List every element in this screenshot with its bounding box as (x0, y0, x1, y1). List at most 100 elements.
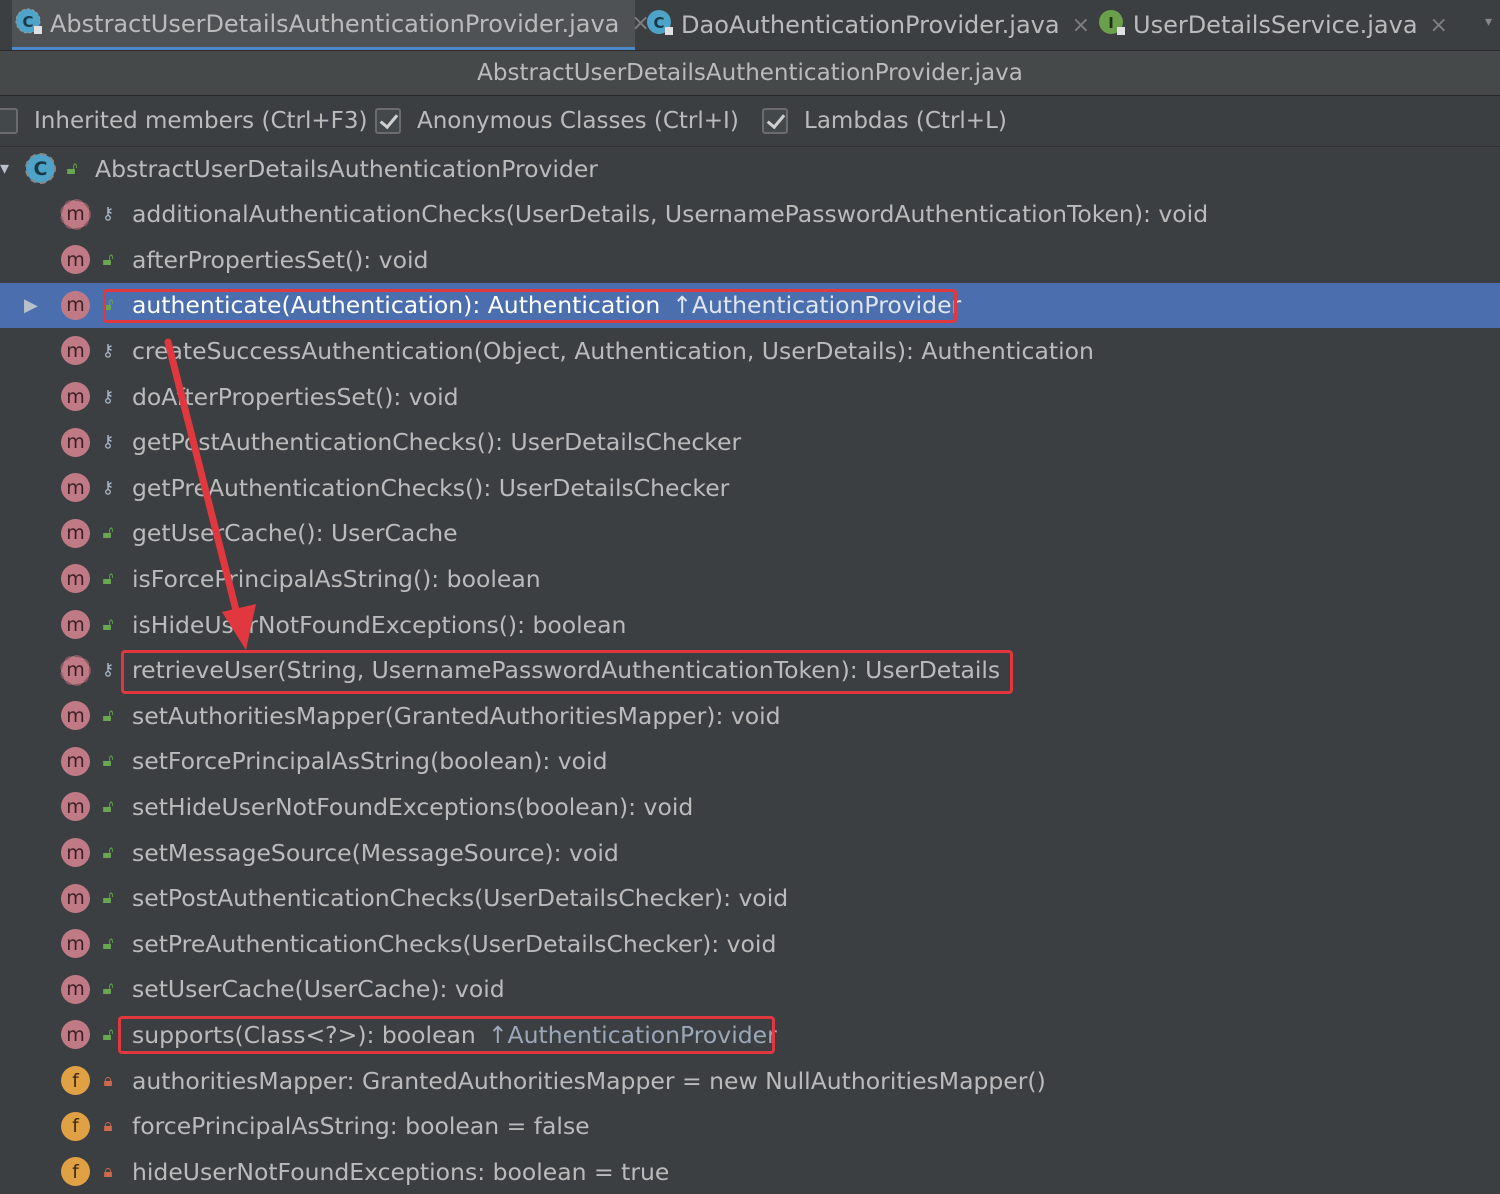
checkbox-label: Anonymous Classes (Ctrl+I) (417, 108, 739, 134)
tree-method-row[interactable]: ▶ m 🔓︎ authenticate(Authentication): Authen… (0, 282, 1500, 328)
method-signature: doAfterPropertiesSet(): void (132, 383, 459, 411)
signature-text: additionalAuthenticationChecks(UserDetai… (132, 200, 1209, 229)
tree-method-row[interactable]: m ⚷ additionalAuthenticationChecks(UserDet… (0, 192, 1500, 237)
signature-text: authenticate(Authentication): Authentica… (132, 291, 661, 320)
private-icon: 🔒︎ (103, 1161, 113, 1182)
collapse-arrow-icon[interactable]: ▾ (0, 158, 9, 179)
signature-text: isForcePrincipalAsString(): boolean (132, 564, 541, 593)
public-icon: 🔓︎ (102, 888, 114, 909)
structure-options-bar: Inherited members (Ctrl+F3) Anonymous Cl… (0, 96, 1500, 147)
field-icon: f (61, 1066, 90, 1095)
tree-root-class[interactable]: ▾ C 🔓︎ AbstractUserDetailsAuthentication… (0, 146, 1500, 191)
lambdas-checkbox[interactable]: Lambdas (Ctrl+L) (762, 96, 1007, 146)
tab-dao-authentication-provider[interactable]: C DaoAuthenticationProvider.java × (645, 0, 1090, 50)
checkbox-checked[interactable] (762, 108, 788, 134)
method-icon: m (61, 518, 90, 548)
anonymous-classes-checkbox[interactable]: Anonymous Classes (Ctrl+I) (375, 96, 739, 146)
public-icon: 🔓︎ (102, 979, 114, 1000)
checkbox-unchecked[interactable] (0, 108, 18, 134)
tree-method-row[interactable]: m ⚷ getPostAuthenticationChecks(): UserDet… (0, 420, 1500, 465)
editor-tab-bar: C AbstractUserDetailsAuthenticationProvi… (0, 0, 1500, 51)
tree-method-row[interactable]: m 🔓︎ setMessageSource(MessageSource): void (0, 830, 1500, 875)
method-icon: m (61, 883, 90, 913)
method-signature: authenticate(Authentication): Authentica… (132, 291, 961, 319)
method-signature: setAuthoritiesMapper(GrantedAuthoritiesM… (132, 702, 781, 730)
checkbox-checked[interactable] (375, 108, 401, 134)
method-signature: afterPropertiesSet(): void (132, 246, 428, 274)
tree-method-row[interactable]: m 🔓︎ isHideUserNotFoundExceptions(): boole… (0, 602, 1500, 647)
field-signature: authoritiesMapper: GrantedAuthoritiesMap… (132, 1067, 1046, 1095)
close-icon[interactable]: × (1430, 13, 1448, 38)
method-icon: m (61, 610, 90, 639)
method-signature: getPostAuthenticationChecks(): UserDetai… (132, 428, 741, 456)
method-icon: m (61, 290, 90, 320)
tree-field-row[interactable]: f 🔒︎ hideUserNotFoundExceptions: boolean =… (0, 1149, 1500, 1194)
method-signature: setMessageSource(MessageSource): void (132, 839, 619, 867)
tree-method-row[interactable]: m ⚷ retrieveUser(String, UsernamePasswordA… (0, 648, 1500, 693)
inherited-from-label: ↑AuthenticationProvider (487, 1020, 777, 1049)
tree-method-row[interactable]: m 🔓︎ setPostAuthenticationChecks(UserDetai… (0, 876, 1500, 921)
tab-user-details-service[interactable]: I UserDetailsService.java × (1097, 0, 1448, 50)
signature-text: doAfterPropertiesSet(): void (132, 382, 459, 411)
tree-field-row[interactable]: f 🔒︎ authoritiesMapper: GrantedAuthorities… (0, 1058, 1500, 1103)
signature-text: setForcePrincipalAsString(boolean): void (132, 747, 608, 776)
class-name: AbstractUserDetailsAuthenticationProvide… (95, 154, 598, 183)
tree-method-row[interactable]: m ⚷ getPreAuthenticationChecks(): UserDeta… (0, 465, 1500, 510)
public-icon: 🔓︎ (102, 249, 114, 270)
field-signature: forcePrincipalAsString: boolean = false (132, 1112, 590, 1140)
tree-method-row[interactable]: m 🔓︎ getUserCache(): UserCache (0, 511, 1500, 556)
tree-method-row[interactable]: m 🔓︎ isForcePrincipalAsString(): boolean (0, 556, 1500, 601)
inherited-from-label: ↑AuthenticationProvider (672, 291, 962, 320)
abstract-method-icon: m (60, 198, 91, 230)
public-icon: 🔓︎ (102, 751, 114, 772)
method-signature: isForcePrincipalAsString(): boolean (132, 565, 541, 593)
method-icon: m (61, 746, 90, 776)
public-icon: 🔓︎ (102, 1024, 114, 1045)
protected-icon: ⚷ (101, 204, 115, 225)
protected-icon: ⚷ (101, 432, 115, 453)
tree-method-row[interactable]: m 🔓︎ setForcePrincipalAsString(boolean): v… (0, 739, 1500, 784)
tree-method-row[interactable]: m 🔓︎ supports(Class<?>): boolean ↑Authentic… (0, 1012, 1500, 1057)
method-icon: m (61, 974, 90, 1004)
signature-text: setUserCache(UserCache): void (132, 975, 505, 1004)
public-icon: 🔓︎ (66, 158, 78, 179)
class-icon: C (645, 7, 675, 43)
public-icon: 🔓︎ (102, 842, 114, 863)
method-signature: setHideUserNotFoundExceptions(boolean): … (132, 793, 693, 821)
signature-text: setMessageSource(MessageSource): void (132, 838, 619, 867)
tree-method-row[interactable]: m ⚷ doAfterPropertiesSet(): void (0, 374, 1500, 419)
method-icon: m (61, 564, 90, 594)
method-signature: supports(Class<?>): boolean ↑Authenticati… (132, 1021, 777, 1049)
close-icon[interactable]: × (1072, 13, 1090, 38)
method-signature: setPostAuthenticationChecks(UserDetailsC… (132, 884, 788, 912)
public-icon: 🔓︎ (102, 705, 114, 726)
tree-method-row[interactable]: m 🔓︎ afterPropertiesSet(): void (0, 237, 1500, 282)
signature-text: getUserCache(): UserCache (132, 519, 458, 548)
method-icon: m (61, 1020, 90, 1050)
abstract-method-icon: m (60, 654, 91, 686)
tree-field-row[interactable]: f 🔒︎ forcePrincipalAsString: boolean = fal… (0, 1104, 1500, 1149)
tree-method-row[interactable]: m 🔓︎ setAuthoritiesMapper(GrantedAuthoriti… (0, 693, 1500, 738)
abstract-class-icon: C (25, 153, 56, 184)
method-icon: m (61, 336, 90, 366)
protected-icon: ⚷ (101, 660, 115, 681)
file-title: AbstractUserDetailsAuthenticationProvide… (477, 60, 1023, 86)
tab-abstract-user-details-authentication-provider[interactable]: C AbstractUserDetailsAuthenticationProvi… (12, 0, 650, 50)
expand-arrow-icon[interactable]: ▶ (24, 295, 38, 316)
field-icon: f (61, 1111, 90, 1141)
method-signature: setForcePrincipalAsString(boolean): void (132, 747, 608, 775)
tree-method-row[interactable]: m 🔓︎ setPreAuthenticationChecks(UserDetail… (0, 921, 1500, 966)
method-icon: m (61, 382, 90, 411)
method-signature: additionalAuthenticationChecks(UserDetai… (132, 200, 1208, 228)
tab-list-dropdown-icon[interactable]: ▾ (1485, 14, 1492, 30)
protected-icon: ⚷ (101, 340, 115, 361)
tree-method-row[interactable]: m ⚷ createSuccessAuthentication(Object, Au… (0, 328, 1500, 373)
tree-method-row[interactable]: m 🔓︎ setUserCache(UserCache): void (0, 967, 1500, 1012)
structure-title: AbstractUserDetailsAuthenticationProvide… (0, 51, 1500, 96)
tree-method-row[interactable]: m 🔓︎ setHideUserNotFoundExceptions(boolean… (0, 784, 1500, 829)
signature-text: isHideUserNotFoundExceptions(): boolean (132, 610, 627, 639)
public-icon: 🔓︎ (102, 614, 114, 635)
method-signature: createSuccessAuthentication(Object, Auth… (132, 337, 1094, 365)
inherited-members-checkbox[interactable]: Inherited members (Ctrl+F3) (0, 96, 367, 146)
signature-text: setPreAuthenticationChecks(UserDetailsCh… (132, 929, 777, 958)
